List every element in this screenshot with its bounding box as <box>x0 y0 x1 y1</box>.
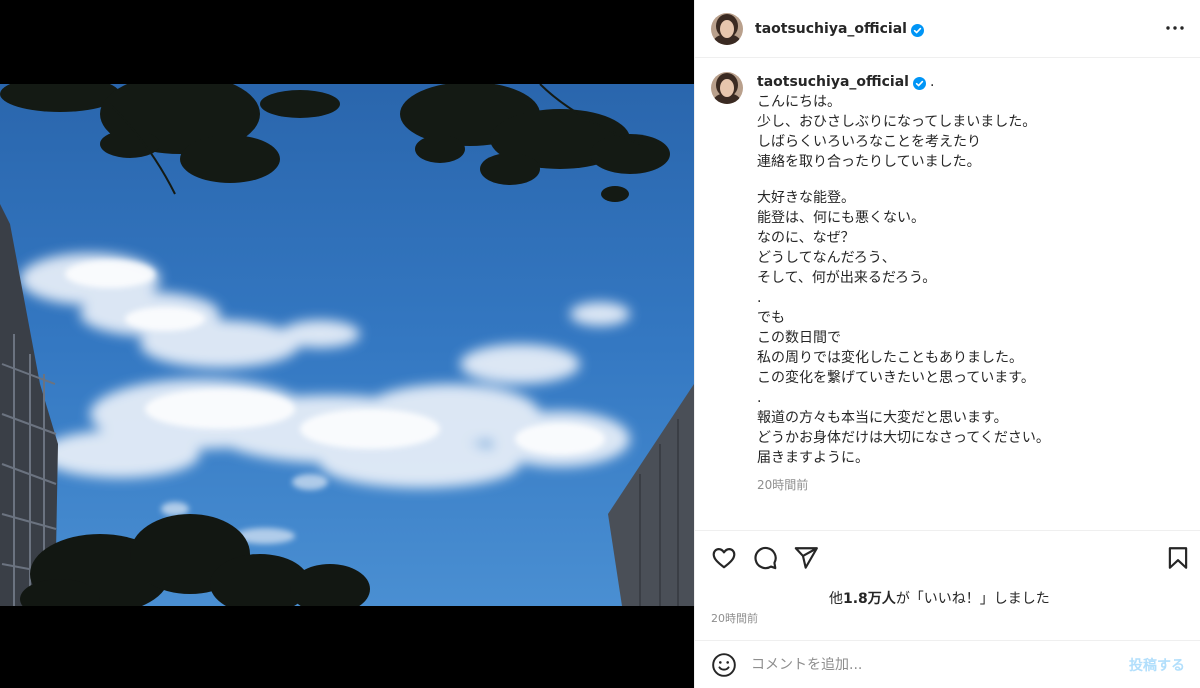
paper-plane-icon[interactable] <box>793 545 819 571</box>
caption-line: . <box>757 290 762 306</box>
caption-body: taotsuchiya_official . こんにちは。少し、おひさしぶりにな… <box>757 72 1177 493</box>
caption: taotsuchiya_official . こんにちは。少し、おひさしぶりにな… <box>711 72 1181 493</box>
caption-username-row: taotsuchiya_official . <box>757 72 1177 92</box>
caption-line: 連絡を取り合ったりしていました。 <box>757 154 981 170</box>
caption-line: でも <box>757 310 785 326</box>
post-header: taotsuchiya_official <box>695 0 1200 58</box>
post-comment-button[interactable]: 投稿する <box>1129 655 1185 675</box>
heart-icon[interactable] <box>711 545 737 571</box>
avatar[interactable] <box>711 12 743 45</box>
username[interactable]: taotsuchiya_official <box>755 21 907 37</box>
caption-line <box>757 172 1177 188</box>
caption-line: こんにちは。 <box>757 94 841 110</box>
likes-count[interactable]: 他1.8万人が「いいね！」しました <box>829 588 1050 608</box>
caption-line: この数日間で <box>757 330 841 346</box>
more-horizontal-icon[interactable] <box>1163 16 1187 40</box>
comment-bar: 投稿する <box>695 640 1200 688</box>
emoji-smile-icon[interactable] <box>711 652 737 678</box>
caption-timestamp: 20時間前 <box>757 478 809 492</box>
likes-prefix: 他 <box>829 591 843 607</box>
caption-line: . <box>757 390 762 406</box>
caption-line: 届きますように。 <box>757 450 869 466</box>
likes-suffix: が「いいね！」しました <box>895 591 1050 607</box>
caption-line: この変化を繋げていきたいと思っています。 <box>757 370 1035 386</box>
post-timestamp: 20時間前 <box>711 612 758 625</box>
post-photo <box>0 84 694 606</box>
caption-line: 報道の方々も本当に大変だと思います。 <box>757 410 1008 426</box>
caption-avatar[interactable] <box>711 72 743 104</box>
caption-suffix: . <box>929 74 935 90</box>
caption-line: 少し、おひさしぶりになってしまいました。 <box>757 114 1037 130</box>
post-details-panel: taotsuchiya_official taotsuchiya_officia… <box>694 0 1200 688</box>
caption-line: どうかお身体だけは大切になさってください。 <box>757 430 1050 446</box>
action-bar <box>695 530 1200 586</box>
caption-line: 大好きな能登。 <box>757 190 855 206</box>
caption-line: なのに、なぜ？ <box>757 230 855 246</box>
caption-text: こんにちは。少し、おひさしぶりになってしまいました。 しばらくいろいろなことを考え… <box>757 92 1177 468</box>
caption-username[interactable]: taotsuchiya_official <box>757 72 909 92</box>
comment-input[interactable] <box>751 656 1129 673</box>
verified-badge-icon <box>910 22 924 37</box>
caption-line: どうしてなんだろう、 <box>757 250 896 266</box>
likes-number: 1.8万人 <box>843 591 896 607</box>
caption-line: 能登は、何にも悪くない。 <box>757 210 925 226</box>
post-media-viewer[interactable] <box>0 0 694 688</box>
bookmark-icon[interactable] <box>1165 545 1191 571</box>
caption-line: そして、何が出来るだろう。 <box>757 270 937 286</box>
caption-line: 私の周りでは変化したこともありました。 <box>757 350 1023 366</box>
comment-icon[interactable] <box>752 545 778 571</box>
caption-line: しばらくいろいろなことを考えたり <box>757 134 981 150</box>
verified-badge-icon <box>912 76 926 90</box>
